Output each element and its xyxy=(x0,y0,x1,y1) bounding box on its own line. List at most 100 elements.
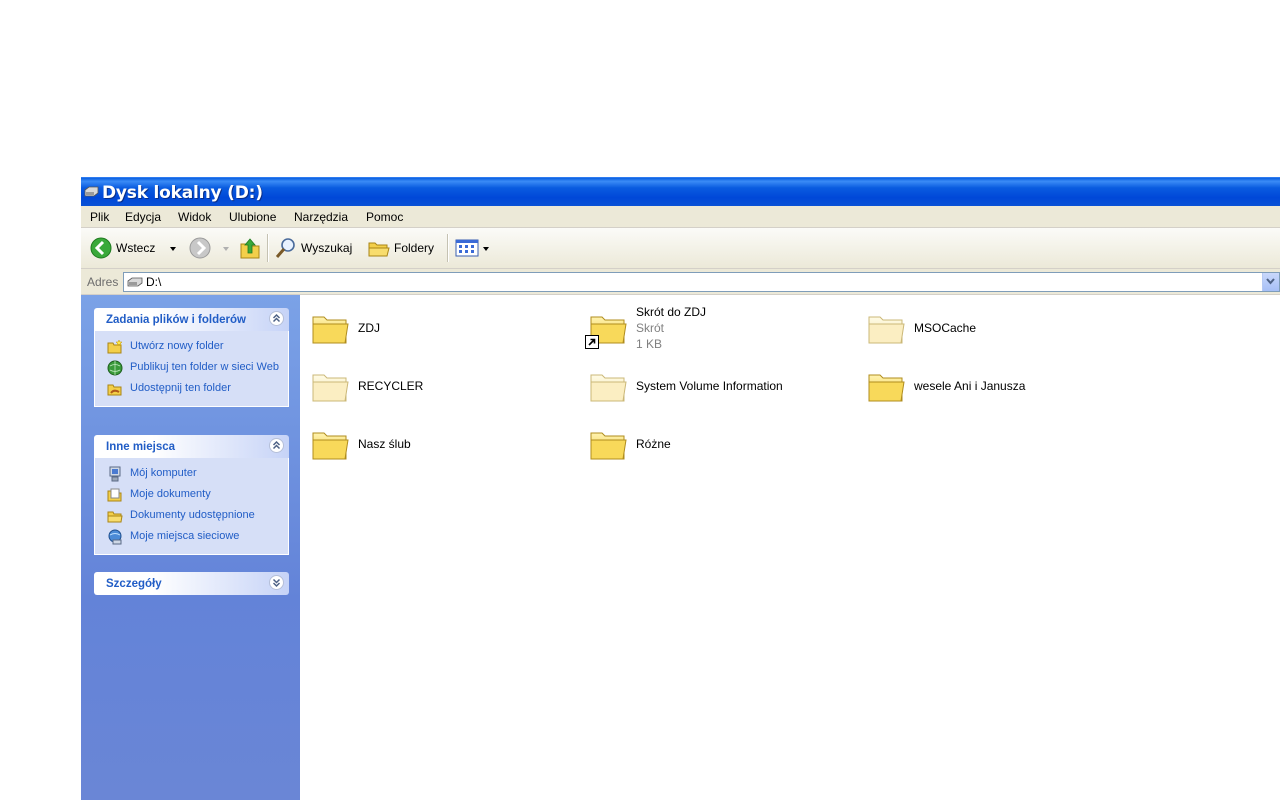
toolbar: Wstecz Wyszukaj Foldery xyxy=(81,228,1280,269)
place-network[interactable]: Moje miejsca sieciowe xyxy=(95,527,288,548)
back-label: Wstecz xyxy=(116,241,156,255)
menu-narzedzia[interactable]: Narzędzia xyxy=(294,210,348,224)
menu-bar: Plik Edycja Widok Ulubione Narzędzia Pom… xyxy=(81,206,1280,228)
drive-icon xyxy=(84,186,99,197)
shortcut-size: 1 KB xyxy=(636,337,663,351)
collapse-button[interactable] xyxy=(269,438,284,453)
task-share-folder[interactable]: Udostępnij ten folder xyxy=(95,379,288,400)
folder-name: RECYCLER xyxy=(358,379,424,393)
details-header[interactable]: Szczegóły xyxy=(94,572,289,595)
up-folder-icon xyxy=(240,238,260,259)
shared-folder-icon xyxy=(107,511,123,523)
task-new-folder[interactable]: Utwórz nowy folder xyxy=(95,337,288,358)
address-dropdown-button[interactable] xyxy=(1262,273,1279,291)
folder-item[interactable]: RECYCLER xyxy=(310,361,580,411)
folder-name: ZDJ xyxy=(358,321,380,335)
other-places-title: Inne miejsca xyxy=(106,441,176,453)
folder-item[interactable]: System Volume Information xyxy=(588,361,858,411)
details-title: Szczegóły xyxy=(106,578,162,590)
hidden-folder-icon xyxy=(588,366,628,406)
new-folder-icon xyxy=(107,339,123,354)
computer-icon xyxy=(109,466,121,482)
task-publish-web[interactable]: Publikuj ten folder w sieci Web xyxy=(95,358,288,379)
title-bar[interactable]: Dysk lokalny (D:) xyxy=(81,177,1280,206)
shortcut-name: Skrót do ZDJ xyxy=(636,305,707,319)
folder-item[interactable]: Nasz ślub xyxy=(310,419,580,469)
views-button[interactable] xyxy=(455,233,479,263)
up-folder-button[interactable] xyxy=(239,233,261,263)
shortcut-type: Skrót xyxy=(636,321,665,335)
views-dropdown-arrow[interactable] xyxy=(483,247,489,251)
search-button[interactable]: Wyszukaj xyxy=(275,233,352,263)
task-publish-web-label: Publikuj ten folder w sieci Web xyxy=(130,361,279,373)
back-dropdown-arrow[interactable] xyxy=(170,247,176,251)
file-tasks-title: Zadania plików i folderów xyxy=(106,314,246,326)
folder-item[interactable]: MSOCache xyxy=(866,303,1136,353)
network-icon xyxy=(108,529,122,545)
file-tasks-panel: Zadania plików i folderów Utwórz nowy fo… xyxy=(94,308,289,407)
menu-widok[interactable]: Widok xyxy=(178,210,211,224)
folder-item[interactable]: Różne xyxy=(588,419,858,469)
shortcut-arrow-icon xyxy=(585,335,599,349)
file-tasks-header[interactable]: Zadania plików i folderów xyxy=(94,308,289,331)
toolbar-separator xyxy=(267,234,269,262)
menu-ulubione[interactable]: Ulubione xyxy=(229,210,276,224)
search-icon xyxy=(275,238,295,258)
place-my-computer[interactable]: Mój komputer xyxy=(95,464,288,485)
forward-button[interactable] xyxy=(189,233,211,263)
task-pane: Zadania plików i folderów Utwórz nowy fo… xyxy=(81,295,300,800)
folder-icon xyxy=(310,424,350,464)
other-places-panel: Inne miejsca Mój komputer Moje dokumenty… xyxy=(94,435,289,555)
forward-dropdown-arrow[interactable] xyxy=(223,247,229,251)
folder-icon xyxy=(866,366,906,406)
place-shared-documents-label: Dokumenty udostępnione xyxy=(130,509,255,521)
address-input[interactable]: D:\ xyxy=(123,272,1280,292)
menu-edycja[interactable]: Edycja xyxy=(125,210,161,224)
folder-name: MSOCache xyxy=(914,321,977,335)
window-title: Dysk lokalny (D:) xyxy=(102,183,263,203)
globe-icon xyxy=(107,360,123,376)
shortcut-folder-icon xyxy=(585,308,628,349)
double-chevron-up-icon xyxy=(272,440,281,450)
shortcut-item[interactable]: Skrót do ZDJ Skrót 1 KB xyxy=(585,303,858,353)
folder-icon xyxy=(310,308,350,348)
place-my-computer-label: Mój komputer xyxy=(130,467,197,479)
double-chevron-up-icon xyxy=(272,313,281,323)
views-icon xyxy=(455,239,479,257)
folder-name: Nasz ślub xyxy=(358,437,411,451)
share-folder-icon xyxy=(107,384,122,396)
details-panel: Szczegóły xyxy=(94,572,289,595)
drive-icon xyxy=(127,277,143,287)
place-my-documents-label: Moje dokumenty xyxy=(130,488,211,500)
explorer-window: Dysk lokalny (D:) Plik Edycja Widok Ulub… xyxy=(81,177,1280,800)
back-button[interactable]: Wstecz xyxy=(90,233,155,263)
back-arrow-icon xyxy=(90,237,112,259)
place-my-documents[interactable]: Moje dokumenty xyxy=(95,485,288,506)
hidden-folder-icon xyxy=(310,366,350,406)
expand-button[interactable] xyxy=(269,575,284,590)
address-label: Adres xyxy=(87,275,119,289)
place-shared-documents[interactable]: Dokumenty udostępnione xyxy=(95,506,288,527)
hidden-folder-icon xyxy=(866,308,906,348)
menu-pomoc[interactable]: Pomoc xyxy=(366,210,403,224)
place-network-label: Moje miejsca sieciowe xyxy=(130,530,240,542)
folder-icon xyxy=(588,424,628,464)
chevron-down-icon xyxy=(1266,278,1275,285)
folder-item[interactable]: ZDJ xyxy=(310,303,580,353)
task-share-folder-label: Udostępnij ten folder xyxy=(130,382,231,394)
address-value: D:\ xyxy=(146,275,162,289)
toolbar-separator xyxy=(447,234,449,262)
double-chevron-down-icon xyxy=(272,578,281,588)
task-new-folder-label: Utwórz nowy folder xyxy=(130,340,224,352)
collapse-button[interactable] xyxy=(269,311,284,326)
folders-icon xyxy=(368,242,390,257)
folder-name: wesele Ani i Janusza xyxy=(914,379,1026,393)
folder-item[interactable]: wesele Ani i Janusza xyxy=(866,361,1136,411)
folders-button[interactable]: Foldery xyxy=(368,233,434,263)
other-places-header[interactable]: Inne miejsca xyxy=(94,435,289,458)
documents-icon xyxy=(107,488,122,502)
menu-plik[interactable]: Plik xyxy=(90,210,109,224)
folder-name: System Volume Information xyxy=(636,379,783,393)
search-label: Wyszukaj xyxy=(301,241,353,255)
file-list: ZDJ Skrót do ZDJ Skrót 1 KB MSOCache REC xyxy=(300,295,1280,800)
